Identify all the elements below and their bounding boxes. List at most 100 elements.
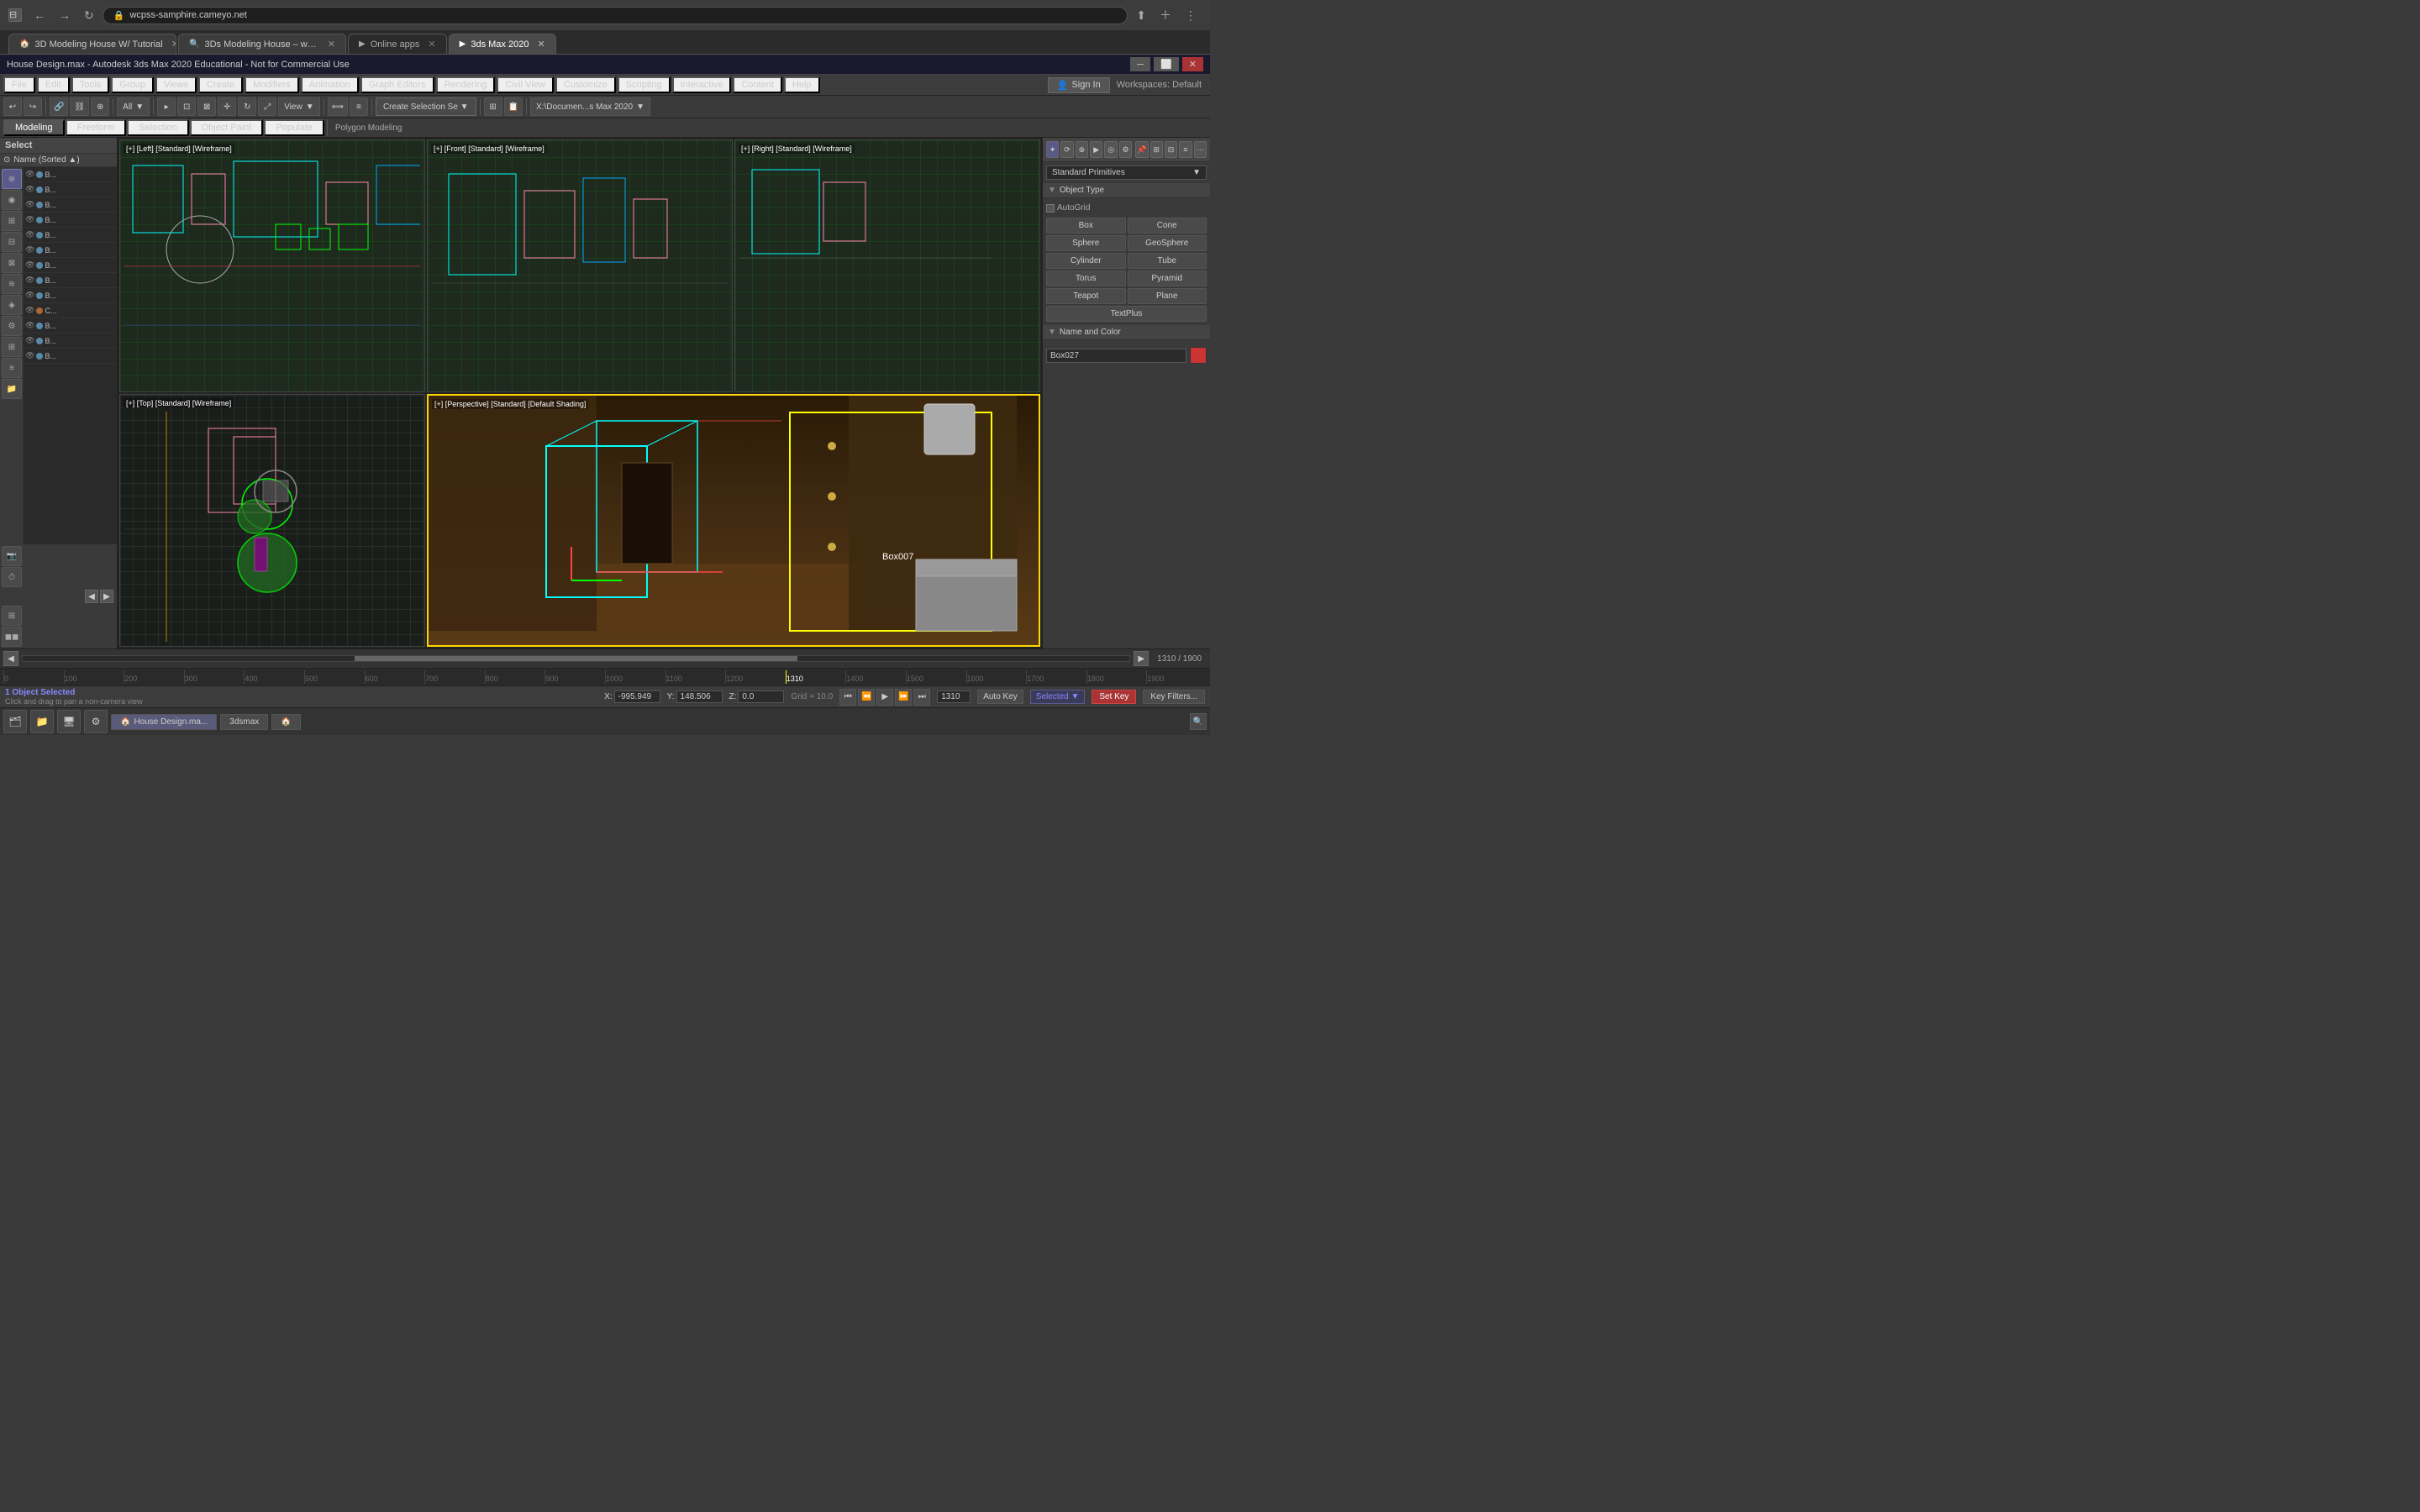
rp-modify-btn[interactable]: ⟳ bbox=[1060, 141, 1073, 158]
set-key-button[interactable]: Set Key bbox=[1092, 690, 1136, 704]
menu-button[interactable]: ⋮ bbox=[1180, 7, 1202, 24]
list-item[interactable]: 👁 B... bbox=[24, 258, 117, 273]
filter-btn[interactable]: ≡ bbox=[2, 358, 22, 378]
sign-in-button[interactable]: 👤 Sign In bbox=[1048, 77, 1110, 93]
menu-civil-view[interactable]: Civil View bbox=[497, 76, 553, 93]
visibility-eye[interactable]: 👁 bbox=[25, 215, 34, 224]
snap-btn[interactable]: ⊞ bbox=[2, 337, 22, 357]
list-item[interactable]: 👁 B... bbox=[24, 349, 117, 364]
viewport-top[interactable]: [+] [Top] [Standard] [Wireframe] bbox=[119, 394, 425, 647]
x-input[interactable] bbox=[614, 690, 660, 703]
taskbar-icon-folder[interactable]: 🗂 bbox=[3, 710, 27, 733]
link-mode-btn[interactable]: ⊠ bbox=[2, 253, 22, 273]
auto-key-button[interactable]: Auto Key bbox=[977, 690, 1023, 704]
menu-group[interactable]: Group bbox=[111, 76, 154, 93]
taskbar-house-design[interactable]: 🏠 House Design.ma... bbox=[111, 714, 217, 730]
close-button[interactable]: ✕ bbox=[1182, 57, 1203, 71]
standard-primitives-dropdown[interactable]: Standard Primitives ▼ bbox=[1046, 165, 1207, 180]
taskbar-icon-settings[interactable]: ⚙ bbox=[84, 710, 108, 733]
visibility-eye[interactable]: 👁 bbox=[25, 306, 34, 315]
stats-btn[interactable]: ◼◼ bbox=[2, 627, 22, 647]
menu-create[interactable]: Create bbox=[198, 76, 243, 93]
rp-utilities-btn[interactable]: ⚙ bbox=[1119, 141, 1132, 158]
subtab-object-paint[interactable]: Object Paint bbox=[190, 119, 264, 136]
rotate-btn[interactable]: ↻ bbox=[238, 97, 256, 116]
object-mode-btn[interactable]: ◉ bbox=[2, 190, 22, 210]
menu-tools[interactable]: Tools bbox=[71, 76, 110, 93]
menu-modifiers[interactable]: Modifiers bbox=[245, 76, 299, 93]
visibility-eye[interactable]: 👁 bbox=[25, 260, 34, 270]
rp-motion-btn[interactable]: ▶ bbox=[1090, 141, 1102, 158]
titlebar-controls[interactable]: ─ ⬜ ✕ bbox=[1130, 57, 1203, 71]
cone-button[interactable]: Cone bbox=[1128, 218, 1207, 234]
menu-scripting[interactable]: Scripting bbox=[618, 76, 671, 93]
pivot-btn[interactable]: ⊟ bbox=[2, 232, 22, 252]
list-item[interactable]: 👁 B... bbox=[24, 318, 117, 333]
utilities-btn[interactable]: ⚙ bbox=[2, 316, 22, 336]
visibility-eye[interactable]: 👁 bbox=[25, 276, 34, 285]
search-btn[interactable]: 🔍 bbox=[1190, 713, 1207, 730]
color-swatch[interactable] bbox=[1190, 347, 1207, 364]
menu-help[interactable]: Help bbox=[784, 76, 820, 93]
subtab-modeling[interactable]: Modeling bbox=[3, 119, 65, 136]
subtab-freeform[interactable]: Freeform bbox=[66, 119, 127, 136]
select-mode-btn[interactable]: ⊕ bbox=[2, 169, 22, 189]
rp-create-btn[interactable]: ✦ bbox=[1046, 141, 1059, 158]
menu-interactive[interactable]: Interactive bbox=[672, 76, 732, 93]
go-start-btn[interactable]: ⏮ bbox=[839, 689, 856, 706]
geosphere-button[interactable]: GeoSphere bbox=[1128, 235, 1207, 251]
autogrid-checkbox-label[interactable]: AutoGrid bbox=[1046, 203, 1090, 213]
teapot-button[interactable]: Teapot bbox=[1046, 288, 1126, 304]
subtab-selection[interactable]: Selection bbox=[127, 119, 188, 136]
rp-pin-btn[interactable]: 📌 bbox=[1135, 141, 1148, 158]
rp-extra2-btn[interactable]: ⊟ bbox=[1165, 141, 1177, 158]
tab-close-1[interactable]: ✕ bbox=[171, 39, 176, 50]
taskbar-3dsmax[interactable]: 3dsmax bbox=[220, 714, 268, 730]
object-list-header[interactable]: ⊙ Name (Sorted ▲) bbox=[0, 154, 117, 167]
cylinder-button[interactable]: Cylinder bbox=[1046, 253, 1126, 269]
rp-extra1-btn[interactable]: ⊞ bbox=[1150, 141, 1163, 158]
taskbar-house-icon-btn[interactable]: 🏠 bbox=[271, 714, 300, 730]
object-name-input[interactable] bbox=[1046, 349, 1186, 363]
list-item[interactable]: 👁 B... bbox=[24, 273, 117, 288]
tab-3ds-house[interactable]: 🔍 3Ds Modeling House – w/ Tutorial (MTV … bbox=[178, 34, 346, 54]
address-bar[interactable]: 🔒 wcpss-samphire.cameyo.net bbox=[103, 7, 1128, 24]
rp-extra3-btn[interactable]: ≡ bbox=[1179, 141, 1192, 158]
link-button[interactable]: 🔗 bbox=[50, 97, 68, 116]
pyramid-button[interactable]: Pyramid bbox=[1128, 270, 1207, 286]
forward-button[interactable]: → bbox=[54, 7, 76, 24]
visibility-eye[interactable]: 👁 bbox=[25, 336, 34, 345]
share-button[interactable]: ⬆ bbox=[1131, 7, 1151, 24]
move-btn[interactable]: ✛ bbox=[218, 97, 236, 116]
visibility-eye[interactable]: 👁 bbox=[25, 321, 34, 330]
visibility-eye[interactable]: 👁 bbox=[25, 230, 34, 239]
expand-btn[interactable]: ⊟ bbox=[8, 8, 22, 22]
time-btn[interactable]: ⏱ bbox=[2, 567, 22, 587]
align-btn[interactable]: ≡ bbox=[350, 97, 368, 116]
scene-btn[interactable]: 📁 bbox=[2, 379, 22, 399]
visibility-eye[interactable]: 👁 bbox=[25, 245, 34, 255]
back-button[interactable]: ← bbox=[29, 7, 50, 24]
layer-mgr-btn[interactable]: ⊞ bbox=[484, 97, 502, 116]
scale-btn[interactable]: ⤢ bbox=[258, 97, 276, 116]
list-item[interactable]: 👁 C... bbox=[24, 303, 117, 318]
create-selection-button[interactable]: Create Selection Se ▼ bbox=[376, 97, 476, 116]
tab-3d-modeling[interactable]: 🏠 3D Modeling House W/ Tutorial ✕ bbox=[8, 34, 176, 54]
next-arrow[interactable]: ▶ bbox=[100, 590, 113, 603]
go-end-btn[interactable]: ⏭ bbox=[913, 689, 930, 706]
list-item[interactable]: 👁 B... bbox=[24, 197, 117, 213]
motion-btn[interactable]: ≋ bbox=[2, 274, 22, 294]
grid-btn[interactable]: ⊞ bbox=[2, 606, 22, 626]
plane-button[interactable]: Plane bbox=[1128, 288, 1207, 304]
view-dropdown[interactable]: View ▼ bbox=[278, 97, 319, 116]
scroll-thumb[interactable] bbox=[355, 656, 797, 661]
taskbar-icon-browser[interactable]: 🖥 bbox=[57, 710, 81, 733]
visibility-eye[interactable]: 👁 bbox=[25, 351, 34, 360]
menu-edit[interactable]: Edit bbox=[37, 76, 70, 93]
tab-close-2[interactable]: ✕ bbox=[328, 39, 335, 50]
lasso-select-btn[interactable]: ⊠ bbox=[197, 97, 216, 116]
prev-arrow[interactable]: ◀ bbox=[85, 590, 98, 603]
tab-3ds-max[interactable]: ▶ 3ds Max 2020 ✕ bbox=[449, 34, 556, 54]
key-filters-button[interactable]: Key Filters... bbox=[1143, 690, 1205, 704]
visibility-eye[interactable]: 👁 bbox=[25, 170, 34, 179]
